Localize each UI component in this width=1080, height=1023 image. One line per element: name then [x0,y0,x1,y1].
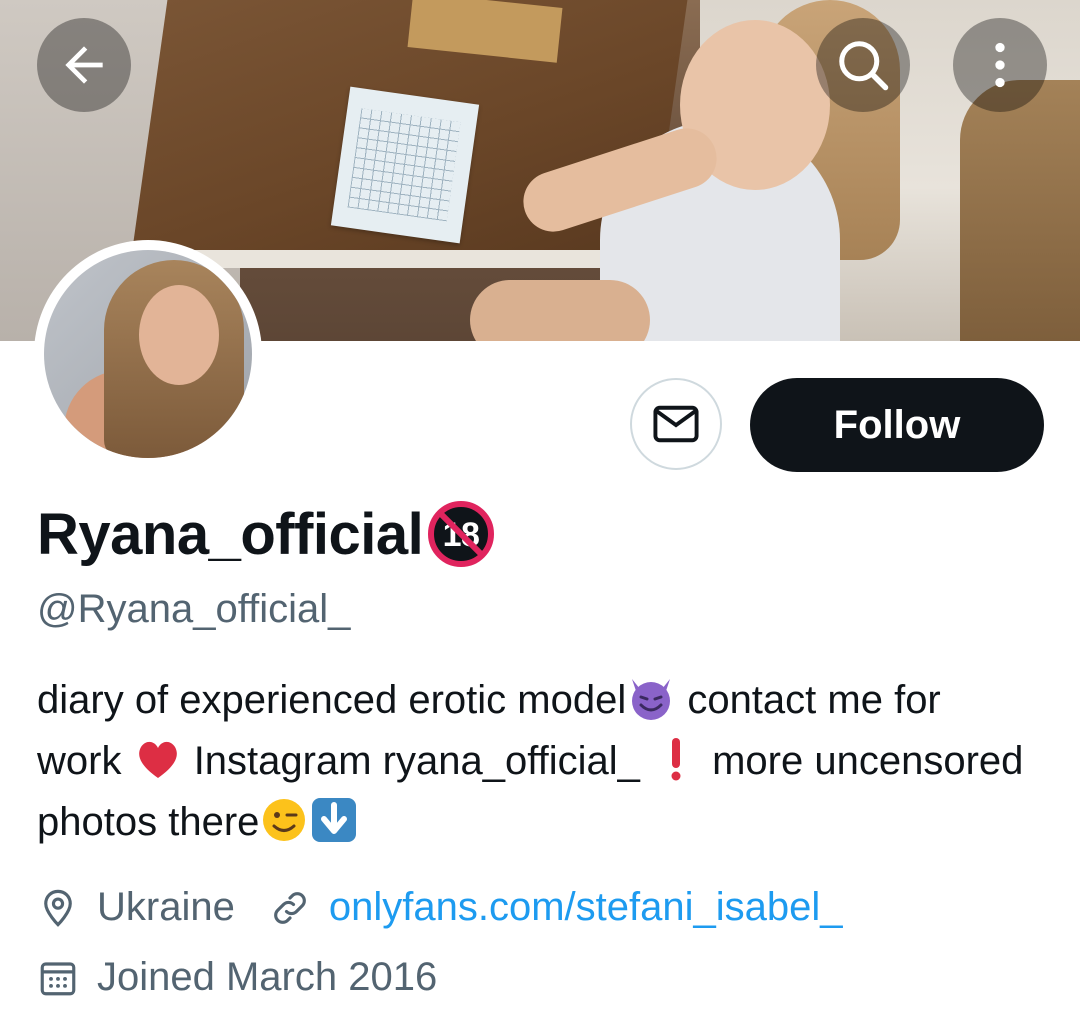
display-name-text: Ryana_official [37,501,424,567]
message-button[interactable] [630,378,722,470]
down-arrow-icon [312,798,357,842]
more-options-button[interactable] [953,18,1047,112]
display-name: Ryana_official 18 [37,500,495,568]
profile-meta-row: Ukraine onlyfans.com/stefani_isabel_ [37,885,842,930]
avatar-image [44,250,252,458]
bio-text-1: diary of experienced erotic model [37,678,627,722]
winking-face-icon [263,799,306,841]
back-button[interactable] [37,18,131,112]
arrow-left-icon [65,46,103,84]
link-icon [273,891,306,924]
bio-text-3: Instagram ryana_official_ [182,739,651,783]
more-vertical-icon [995,42,1005,88]
banner-person-knee [470,280,650,341]
bio: diary of experienced erotic model contac… [37,670,1027,853]
exclamation-icon [671,738,681,781]
envelope-icon [653,405,699,443]
red-heart-icon [138,741,177,778]
joined-row: Joined March 2016 [37,955,437,1000]
search-icon [839,41,889,91]
smiling-devil-icon [632,679,671,720]
banner-chair [960,80,1080,341]
handle: @Ryana_official_ [37,587,351,631]
follow-button[interactable]: Follow [750,378,1044,472]
banner-paper [330,86,480,244]
joined-date: Joined March 2016 [97,955,438,999]
website-link[interactable]: onlyfans.com/stefani_isabel_ [329,885,843,930]
avatar-face [139,285,219,385]
no-under-18-icon: 18 [428,501,495,567]
avatar[interactable] [34,240,262,468]
location-text: Ukraine [97,885,235,929]
location-pin-icon [44,889,72,927]
search-button[interactable] [816,18,910,112]
calendar-icon [40,961,76,995]
